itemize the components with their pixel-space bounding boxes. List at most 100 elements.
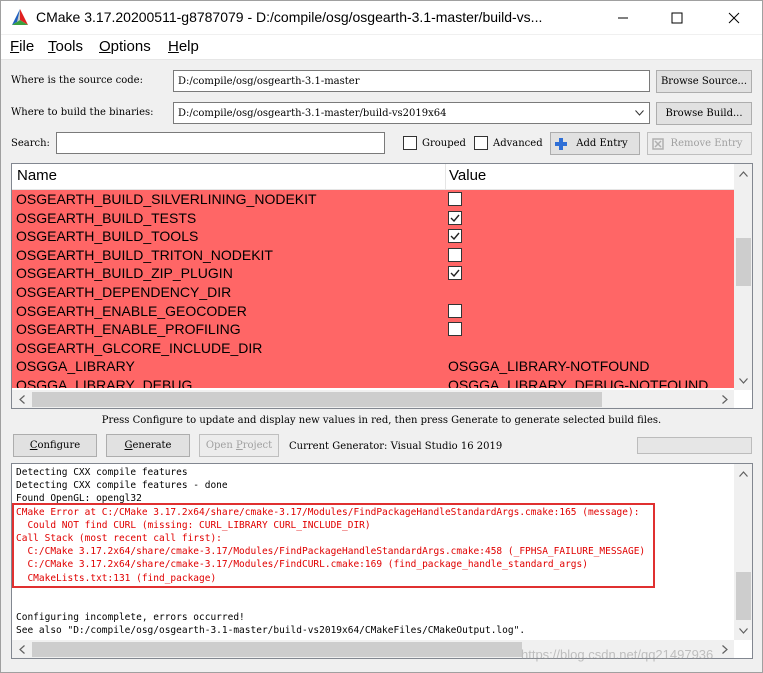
checkmark-icon — [450, 214, 460, 222]
menu-options[interactable]: Options — [99, 38, 151, 55]
table-row[interactable]: OSGEARTH_BUILD_ZIP_PLUGIN — [12, 264, 734, 284]
table-vertical-scrollbar[interactable] — [734, 164, 752, 390]
table-horizontal-scrollbar[interactable] — [12, 390, 734, 408]
generate-button[interactable]: Generate — [106, 434, 190, 457]
build-path-combobox[interactable]: D:/compile/osg/osgearth-3.1-master/build… — [173, 102, 650, 124]
menu-bar: File Tools Options Help — [1, 35, 762, 60]
browse-build-button[interactable]: Browse Build... — [656, 102, 752, 125]
advanced-checkbox[interactable] — [474, 136, 488, 150]
grouped-checkbox[interactable] — [403, 136, 417, 150]
minimize-icon — [618, 17, 628, 18]
table-scroll-thumb[interactable] — [736, 238, 751, 286]
chevron-down-icon[interactable] — [635, 110, 644, 116]
grouped-label: Grouped — [422, 138, 466, 149]
configure-hint: Press Configure to update and display ne… — [101, 415, 662, 426]
entry-name: OSGEARTH_BUILD_TRITON_NODEKIT — [16, 246, 273, 263]
log-scroll-right-icon[interactable] — [715, 640, 734, 658]
build-label: Where to build the binaries: — [11, 107, 154, 118]
entry-name: OSGEARTH_GLCORE_INCLUDE_DIR — [16, 339, 263, 356]
maximize-icon — [671, 12, 683, 23]
close-button[interactable] — [711, 1, 757, 34]
close-icon — [728, 12, 740, 23]
table-row[interactable]: OSGGA_LIBRARY_DEBUG OSGGA_LIBRARY_DEBUG-N… — [12, 376, 734, 388]
build-path-value: D:/compile/osg/osgearth-3.1-master/build… — [178, 108, 447, 119]
table-header: Name Value — [12, 164, 734, 190]
progress-bar — [637, 437, 752, 454]
table-row[interactable]: OSGEARTH_DEPENDENCY_DIR — [12, 283, 734, 302]
table-body: OSGEARTH_BUILD_SILVERLINING_NODEKIT OSGEA… — [12, 190, 734, 388]
log-scroll-up-icon[interactable] — [734, 464, 752, 483]
table-row[interactable]: OSGEARTH_BUILD_TESTS — [12, 208, 734, 228]
cmake-window: CMake 3.17.20200511-g8787079 - D:/compil… — [0, 0, 763, 673]
checked-checkbox[interactable] — [448, 229, 462, 244]
menu-file[interactable]: File — [10, 38, 34, 55]
configure-button[interactable]: Configure — [13, 434, 97, 457]
browse-source-button[interactable]: Browse Source... — [656, 70, 752, 93]
log-scroll-thumb[interactable] — [736, 572, 751, 620]
remove-icon — [652, 138, 664, 150]
search-label: Search: — [11, 138, 50, 149]
scroll-right-icon[interactable] — [715, 390, 734, 408]
log-scroll-down-icon[interactable] — [734, 621, 752, 640]
table-row[interactable]: OSGEARTH_BUILD_SILVERLINING_NODEKIT — [12, 190, 734, 209]
checkmark-icon — [450, 232, 460, 241]
table-row[interactable]: OSGEARTH_BUILD_TOOLS — [12, 227, 734, 247]
error-highlight-box — [12, 503, 655, 588]
entry-name: OSGGA_LIBRARY — [16, 358, 135, 375]
unchecked-checkbox[interactable] — [448, 303, 462, 318]
entry-value[interactable]: OSGGA_LIBRARY-NOTFOUND — [448, 358, 650, 374]
title-bar: CMake 3.17.20200511-g8787079 - D:/compil… — [1, 1, 762, 34]
menu-help[interactable]: Help — [168, 38, 199, 55]
minimize-button[interactable] — [600, 1, 646, 34]
cmake-logo-icon — [12, 9, 28, 25]
current-generator-label: Current Generator: Visual Studio 16 2019 — [289, 441, 503, 452]
table-row[interactable]: OSGEARTH_ENABLE_GEOCODER — [12, 301, 734, 321]
log-line: See also "D:/compile/osg/osgearth-3.1-ma… — [16, 625, 526, 637]
maximize-button[interactable] — [654, 1, 700, 34]
open-project-button[interactable]: Open Project — [199, 434, 279, 457]
window-title: CMake 3.17.20200511-g8787079 - D:/compil… — [36, 9, 543, 25]
table-row[interactable]: OSGEARTH_BUILD_TRITON_NODEKIT — [12, 245, 734, 265]
entry-name: OSGEARTH_ENABLE_GEOCODER — [16, 302, 247, 319]
log-scroll-left-icon[interactable] — [12, 640, 31, 658]
log-line: Configuring incomplete, errors occurred! — [16, 612, 245, 624]
table-row[interactable]: OSGEARTH_GLCORE_INCLUDE_DIR — [12, 338, 734, 358]
menu-tools[interactable]: Tools — [48, 38, 83, 55]
scroll-down-icon[interactable] — [734, 371, 752, 390]
search-input[interactable] — [56, 132, 385, 154]
cache-table: Name Value OSGEARTH_BUILD_SILVERLINING_N… — [11, 163, 753, 409]
log-vertical-scrollbar[interactable] — [734, 464, 752, 640]
table-hscroll-thumb[interactable] — [32, 392, 602, 407]
table-row[interactable]: OSGGA_LIBRARY OSGGA_LIBRARY-NOTFOUND — [12, 357, 734, 377]
remove-entry-label: Remove Entry — [670, 138, 743, 149]
name-column-header[interactable]: Name — [17, 167, 57, 184]
unchecked-checkbox[interactable] — [448, 322, 462, 337]
unchecked-checkbox[interactable] — [448, 247, 462, 262]
entry-value[interactable]: OSGGA_LIBRARY_DEBUG-NOTFOUND — [448, 377, 708, 388]
entry-name: OSGEARTH_ENABLE_PROFILING — [16, 321, 241, 338]
source-path-input[interactable]: D:/compile/osg/osgearth-3.1-master — [173, 70, 650, 92]
scroll-left-icon[interactable] — [12, 390, 31, 408]
entry-name: OSGEARTH_BUILD_SILVERLINING_NODEKIT — [16, 191, 317, 207]
watermark: https://blog.csdn.net/qq21497936 — [521, 647, 714, 662]
entry-name: OSGEARTH_BUILD_TOOLS — [16, 228, 199, 245]
entry-name: OSGEARTH_DEPENDENCY_DIR — [16, 284, 232, 300]
table-row[interactable]: OSGEARTH_ENABLE_PROFILING — [12, 320, 734, 340]
add-entry-button[interactable]: Add Entry — [550, 132, 640, 155]
entry-name: OSGEARTH_BUILD_ZIP_PLUGIN — [16, 265, 233, 282]
log-line: Detecting CXX compile features - done — [16, 480, 228, 492]
value-column-header[interactable]: Value — [449, 167, 486, 184]
advanced-label: Advanced — [493, 138, 543, 149]
remove-entry-button[interactable]: Remove Entry — [647, 132, 752, 155]
checked-checkbox[interactable] — [448, 266, 462, 281]
checkmark-icon — [450, 269, 460, 278]
log-hscroll-thumb[interactable] — [32, 642, 522, 657]
plus-icon — [555, 138, 567, 150]
unchecked-checkbox[interactable] — [448, 192, 462, 206]
entry-name: OSGGA_LIBRARY_DEBUG — [16, 377, 193, 388]
entry-name: OSGEARTH_BUILD_TESTS — [16, 209, 197, 226]
column-divider[interactable] — [445, 164, 446, 190]
checked-checkbox[interactable] — [448, 210, 462, 225]
scroll-up-icon[interactable] — [734, 164, 752, 183]
add-entry-label: Add Entry — [576, 138, 628, 149]
